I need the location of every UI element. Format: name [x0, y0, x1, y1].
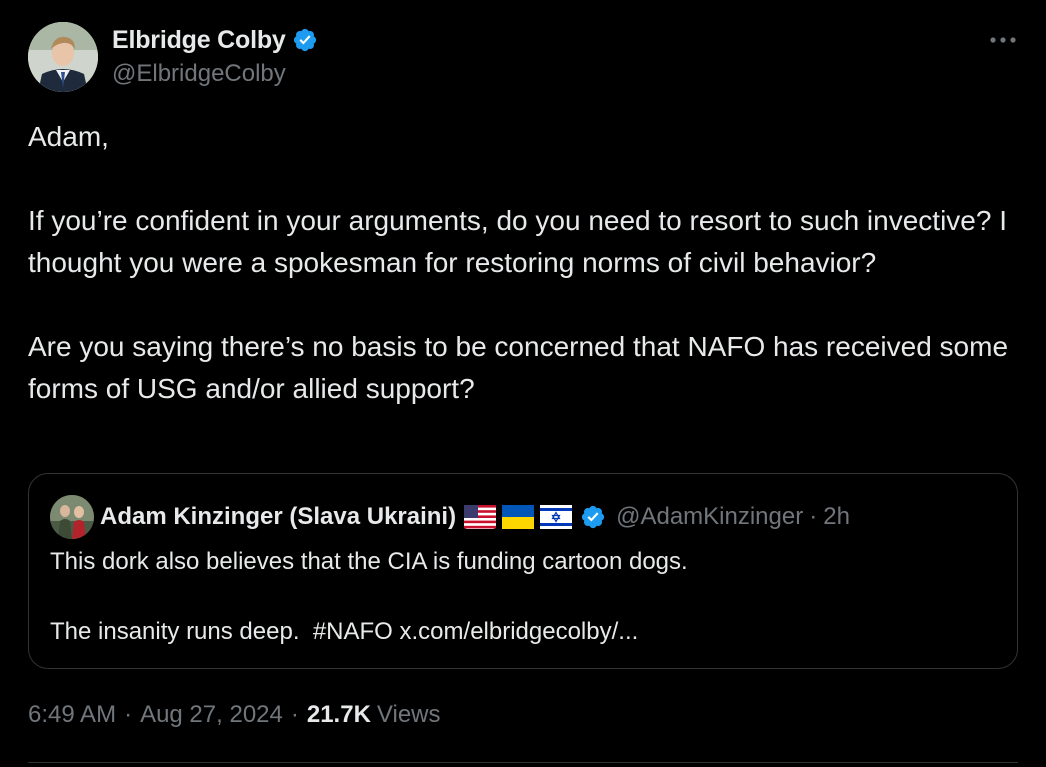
author-display-name[interactable]: Elbridge Colby [112, 26, 286, 55]
tweet-paragraph: Are you saying there’s no basis to be co… [28, 331, 1009, 404]
quoted-tweet-text: This dork also believes that the CIA is … [50, 544, 990, 649]
quoted-tweet[interactable]: Adam Kinzinger (Slava Ukraini) @AdamKinz… [28, 473, 1018, 669]
views-count: 21.7K [306, 701, 371, 728]
meta-separator: · [290, 701, 299, 728]
tweet-paragraph: If you’re confident in your arguments, d… [28, 205, 1007, 278]
ukraine-flag-icon [502, 505, 535, 529]
tweet-date[interactable]: Aug 27, 2024 [140, 701, 283, 729]
divider [28, 762, 1018, 763]
author-handle[interactable]: @ElbridgeColby [112, 60, 318, 88]
author-name-row: Elbridge Colby [112, 24, 318, 56]
hashtag-link[interactable]: #NAFO [313, 618, 393, 645]
tweet-card: Elbridge Colby @ElbridgeColby Adam, If y… [0, 0, 1046, 767]
verified-badge-icon[interactable] [292, 27, 318, 53]
tweet-meta: 6:49 AM · Aug 27, 2024 · 21.7K Views [28, 701, 441, 729]
us-flag-icon [464, 505, 497, 529]
quoted-author-display-name[interactable]: Adam Kinzinger (Slava Ukraini) [100, 503, 456, 531]
url-link[interactable]: x.com/elbridgecolby/... [400, 618, 639, 645]
quoted-line: The insanity runs deep. #NAFO x.com/elbr… [50, 614, 990, 649]
author-block: Elbridge Colby @ElbridgeColby [112, 24, 318, 88]
quoted-line: This dork also believes that the CIA is … [50, 548, 688, 575]
quoted-line-text: The insanity runs deep. [50, 618, 313, 645]
tweet-time[interactable]: 6:49 AM [28, 701, 116, 729]
views-label: Views [376, 701, 441, 728]
more-dots-icon [990, 37, 1016, 43]
quoted-tweet-header: Adam Kinzinger (Slava Ukraini) @AdamKinz… [50, 495, 850, 539]
quoted-author-avatar[interactable] [50, 495, 94, 539]
quoted-author-handle[interactable]: @AdamKinzinger [616, 503, 803, 531]
meta-separator: · [124, 701, 133, 728]
tweet-paragraph: Adam, [28, 121, 109, 152]
tweet-text: Adam, If you’re confident in your argume… [28, 116, 1018, 410]
more-options-button[interactable] [984, 26, 1022, 54]
author-avatar[interactable] [28, 22, 98, 92]
quoted-timestamp[interactable]: 2h [823, 503, 850, 531]
quoted-verified-badge-icon[interactable] [580, 504, 606, 530]
quoted-separator: · [809, 503, 818, 530]
israel-flag-icon [540, 505, 573, 529]
